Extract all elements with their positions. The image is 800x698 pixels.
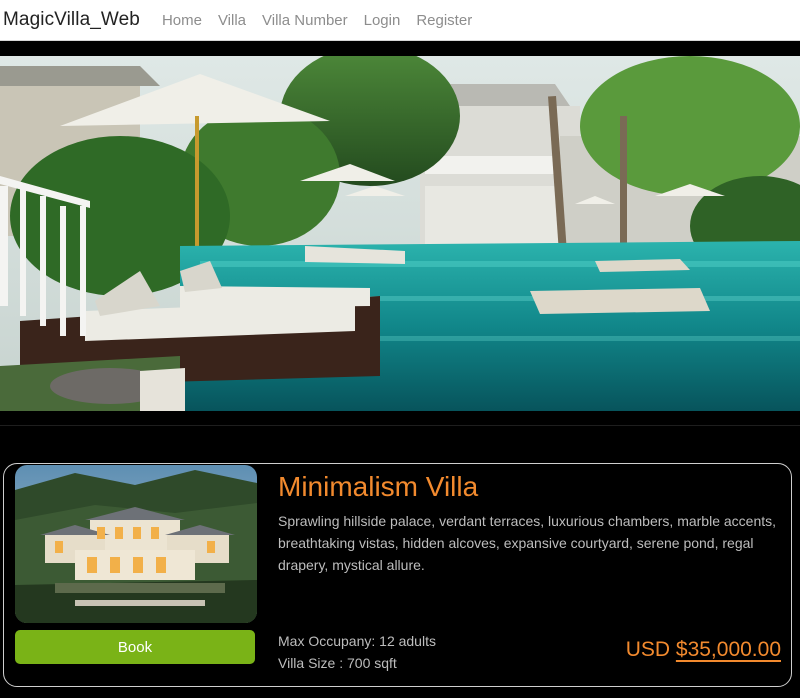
nav-villa[interactable]: Villa: [218, 12, 246, 29]
villa-name: Minimalism Villa: [278, 471, 479, 502]
price-currency: USD: [625, 638, 671, 661]
nav-login[interactable]: Login: [364, 12, 401, 29]
nav-register[interactable]: Register: [416, 12, 472, 29]
villa-details: Max Occupany: 12 adults Villa Size : 700…: [278, 630, 436, 674]
nav-home[interactable]: Home: [162, 12, 202, 29]
villa-card: Book Minimalism Villa Sprawling hillside…: [3, 463, 792, 687]
villa-description: Sprawling hillside palace, verdant terra…: [278, 513, 777, 573]
villa-occupancy: Max Occupany: 12 adults: [278, 633, 436, 649]
nav-villa-number[interactable]: Villa Number: [262, 12, 348, 29]
villa-price: USD $35,000.00: [626, 638, 781, 662]
price-amount[interactable]: $35,000.00: [676, 638, 781, 661]
villa-photo: [15, 465, 257, 623]
hero-top-band: [0, 41, 800, 56]
brand-link[interactable]: MagicVilla_Web: [3, 9, 140, 31]
villa-size: Villa Size : 700 sqft: [278, 655, 397, 671]
hero-banner-image: [0, 56, 800, 411]
top-navbar: MagicVilla_Web Home Villa Villa Number L…: [0, 0, 800, 41]
section-divider: [0, 425, 800, 426]
book-button[interactable]: Book: [15, 630, 255, 664]
